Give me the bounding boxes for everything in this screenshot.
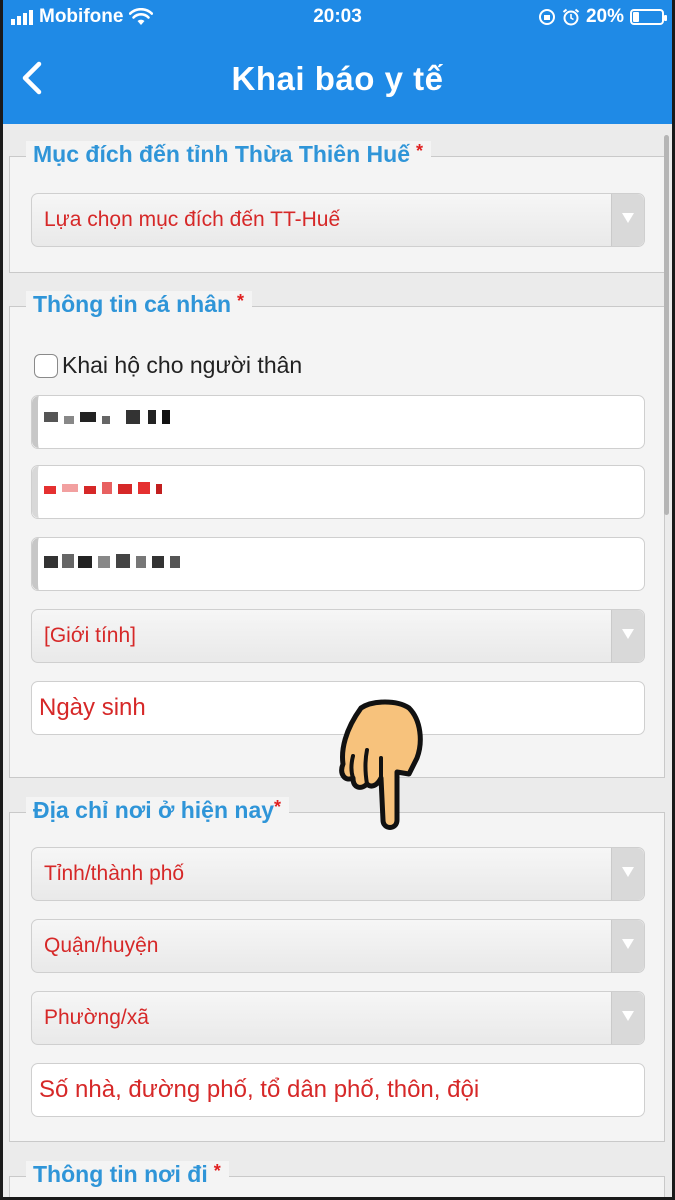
dropdown-arrow-icon (611, 992, 644, 1044)
redacted-content (32, 466, 279, 518)
id-number-field[interactable] (31, 465, 645, 519)
page-title: Khai báo y tế (231, 60, 444, 97)
proxy-declare-checkbox[interactable]: Khai hộ cho người thân (34, 352, 302, 379)
battery-icon (630, 9, 667, 25)
dropdown-arrow-icon (611, 194, 644, 246)
scrollbar[interactable] (664, 135, 669, 515)
section-purpose: Mục đích đến tỉnh Thừa Thiên Huế * Lựa ch… (9, 141, 665, 273)
redacted-content (32, 396, 279, 448)
header-bar: Khai báo y tế (3, 36, 672, 124)
ward-select[interactable]: Phường/xã (31, 991, 645, 1045)
section-address-legend: Địa chỉ nơi ở hiện nay* (26, 797, 290, 824)
rotation-lock-icon (538, 9, 555, 25)
purpose-select-value: Lựa chọn mục đích đến TT-Huế (44, 208, 341, 231)
form-content[interactable]: Mục đích đến tỉnh Thừa Thiên Huế * Lựa ch… (3, 124, 672, 1197)
dropdown-arrow-icon (611, 920, 644, 972)
section-departure-legend: Thông tin nơi đi * (26, 1161, 229, 1188)
dropdown-arrow-icon (611, 610, 644, 662)
province-select[interactable]: Tỉnh/thành phố (31, 847, 645, 901)
section-purpose-legend: Mục đích đến tỉnh Thừa Thiên Huế * (26, 141, 431, 168)
district-select-value: Quận/huyện (44, 934, 159, 957)
section-departure: Thông tin nơi đi * (9, 1161, 665, 1197)
street-address-field[interactable]: Số nhà, đường phố, tổ dân phố, thôn, đội (31, 1063, 645, 1117)
redacted-content (32, 538, 279, 590)
phone-field[interactable] (31, 537, 645, 591)
pointing-hand-icon (339, 699, 423, 830)
gender-select-value: [Giới tính] (44, 624, 136, 647)
proxy-declare-label: Khai hộ cho người thân (62, 352, 303, 378)
app-screen: Mobifone 20:03 20% Khai báo y tế Mục đíc… (3, 0, 672, 1197)
status-bar: Mobifone 20:03 20% (3, 0, 672, 36)
dropdown-arrow-icon (611, 848, 644, 900)
purpose-select[interactable]: Lựa chọn mục đích đến TT-Huế (31, 193, 645, 247)
section-personal-legend: Thông tin cá nhân * (26, 291, 253, 318)
checkbox-box[interactable] (34, 353, 58, 378)
birthdate-placeholder: Ngày sinh (39, 694, 146, 721)
section-address: Địa chỉ nơi ở hiện nay* Tỉnh/thành phố Q… (9, 797, 665, 1142)
district-select[interactable]: Quận/huyện (31, 919, 645, 973)
status-right: 20% (538, 6, 667, 28)
street-address-placeholder: Số nhà, đường phố, tổ dân phố, thôn, đội (39, 1076, 480, 1103)
battery-percent: 20% (585, 6, 624, 27)
alarm-icon (562, 8, 580, 26)
ward-select-value: Phường/xã (44, 1006, 149, 1029)
full-name-field[interactable] (31, 395, 645, 449)
gender-select[interactable]: [Giới tính] (31, 609, 645, 663)
province-select-value: Tỉnh/thành phố (44, 862, 185, 885)
